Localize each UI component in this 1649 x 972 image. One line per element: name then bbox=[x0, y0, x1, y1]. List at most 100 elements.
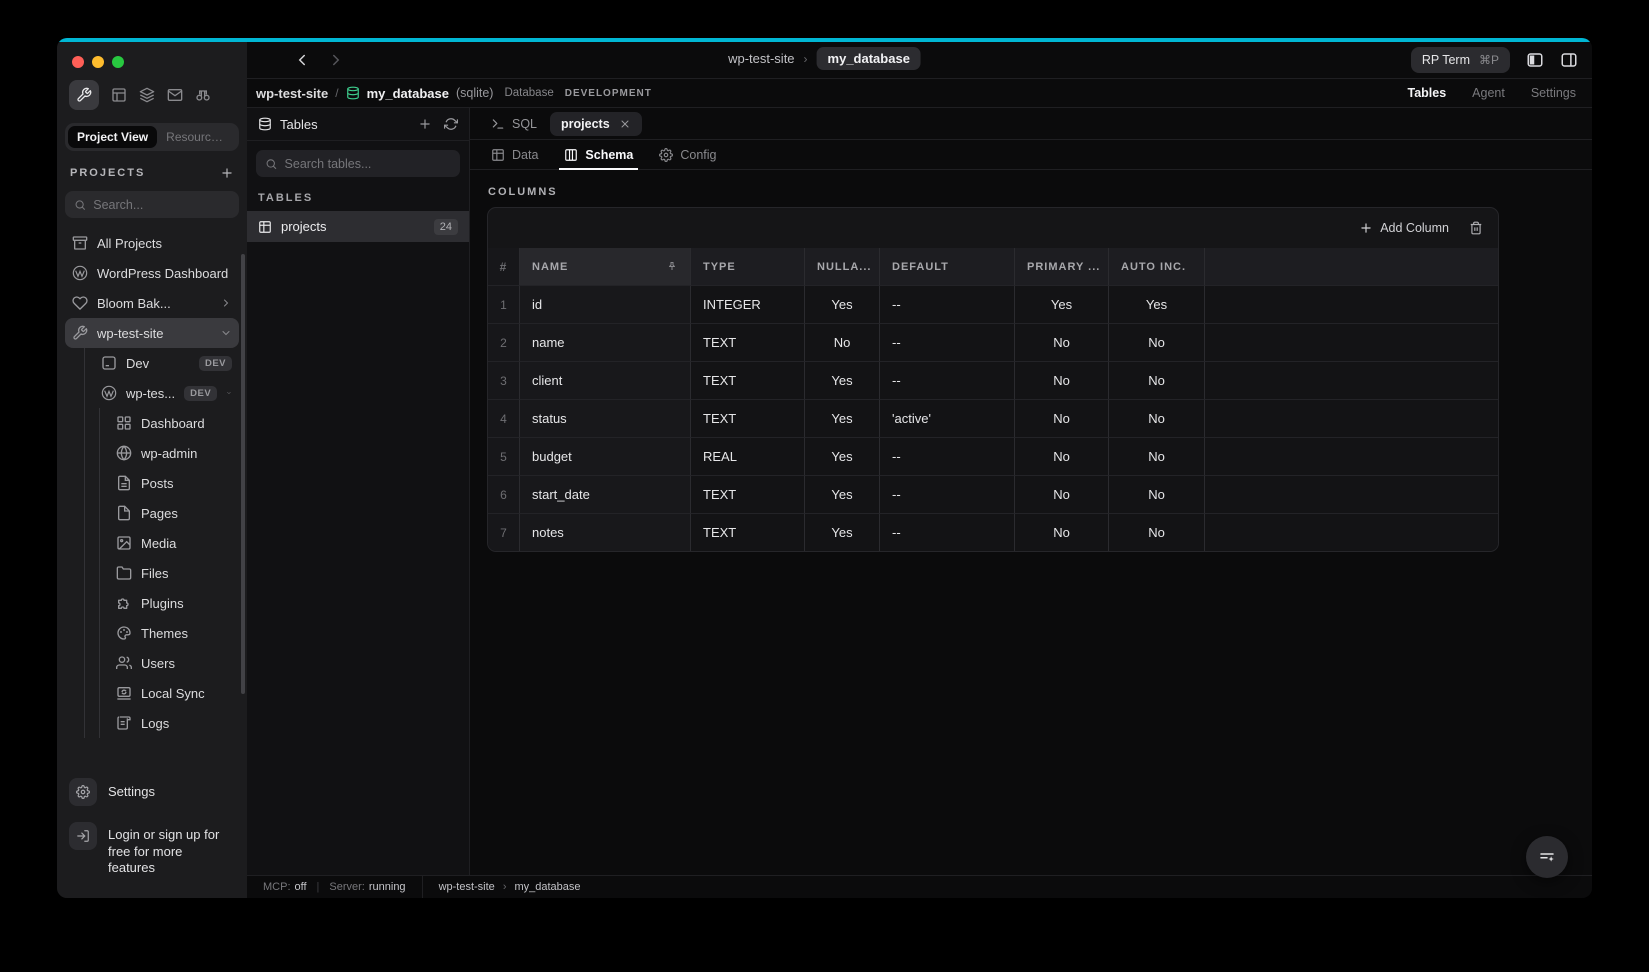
sidebar-item-users[interactable]: Users bbox=[109, 648, 239, 678]
sidebar-item-dev[interactable]: Dev DEV bbox=[94, 348, 239, 378]
cell-auto-inc[interactable]: No bbox=[1108, 399, 1204, 437]
zoom-window-button[interactable] bbox=[112, 56, 124, 68]
cell-nullable[interactable]: Yes bbox=[804, 285, 879, 323]
cell-name[interactable]: status bbox=[519, 399, 690, 437]
sidebar-item-local-sync[interactable]: Local Sync bbox=[109, 678, 239, 708]
sidebar-scrollbar[interactable] bbox=[241, 254, 245, 694]
trash-icon[interactable] bbox=[1469, 221, 1483, 235]
cell-type[interactable]: TEXT bbox=[690, 361, 804, 399]
col-header-type[interactable]: TYPE bbox=[690, 248, 804, 285]
add-project-icon[interactable] bbox=[220, 166, 234, 180]
tab-schema[interactable]: Schema bbox=[551, 140, 646, 169]
cell-default[interactable]: -- bbox=[879, 475, 1014, 513]
cell-primary[interactable]: No bbox=[1014, 361, 1108, 399]
cell-name[interactable]: id bbox=[519, 285, 690, 323]
cell-name[interactable]: name bbox=[519, 323, 690, 361]
sql-tab[interactable]: SQL bbox=[482, 117, 546, 131]
cell-primary[interactable]: No bbox=[1014, 437, 1108, 475]
db-breadcrumb-db[interactable]: my_database bbox=[367, 86, 449, 101]
layers-tool-icon[interactable] bbox=[139, 87, 155, 103]
cell-primary[interactable]: No bbox=[1014, 475, 1108, 513]
cell-type[interactable]: TEXT bbox=[690, 399, 804, 437]
toggle-left-panel-icon[interactable] bbox=[1526, 51, 1544, 69]
sidebar-item-logs[interactable]: Logs bbox=[109, 708, 239, 738]
minimize-window-button[interactable] bbox=[92, 56, 104, 68]
resource-view-button[interactable]: Resource V... bbox=[157, 126, 236, 148]
cell-type[interactable]: TEXT bbox=[690, 475, 804, 513]
sidebar-item-dashboard[interactable]: Dashboard bbox=[109, 408, 239, 438]
cell-default[interactable]: -- bbox=[879, 285, 1014, 323]
sidebar-item-themes[interactable]: Themes bbox=[109, 618, 239, 648]
cell-nullable[interactable]: No bbox=[804, 323, 879, 361]
pin-icon[interactable] bbox=[666, 261, 678, 273]
cell-auto-inc[interactable]: No bbox=[1108, 513, 1204, 551]
cell-primary[interactable]: No bbox=[1014, 513, 1108, 551]
col-header-default[interactable]: DEFAULT bbox=[879, 248, 1014, 285]
sidebar-item-wordpress-dashboard[interactable]: WordPress Dashboard bbox=[65, 258, 239, 288]
cell-name[interactable]: notes bbox=[519, 513, 690, 551]
add-column-button[interactable]: Add Column bbox=[1359, 221, 1449, 235]
close-icon[interactable] bbox=[619, 118, 631, 130]
cell-nullable[interactable]: Yes bbox=[804, 399, 879, 437]
cell-type[interactable]: REAL bbox=[690, 437, 804, 475]
settings-button[interactable]: Settings bbox=[67, 770, 237, 814]
cell-primary[interactable]: Yes bbox=[1014, 285, 1108, 323]
sidebar-item-posts[interactable]: Posts bbox=[109, 468, 239, 498]
cell-default[interactable]: -- bbox=[879, 513, 1014, 551]
cell-name[interactable]: budget bbox=[519, 437, 690, 475]
login-button[interactable]: Login or sign up for free for more featu… bbox=[67, 814, 237, 884]
tab-tables[interactable]: Tables bbox=[1407, 86, 1446, 100]
sidebar-item-bloom[interactable]: Bloom Bak... bbox=[65, 288, 239, 318]
status-site[interactable]: wp-test-site bbox=[439, 881, 495, 893]
back-icon[interactable] bbox=[293, 51, 311, 69]
sidebar-search-input[interactable] bbox=[93, 198, 230, 212]
cell-auto-inc[interactable]: No bbox=[1108, 437, 1204, 475]
tables-search-input[interactable] bbox=[285, 157, 451, 171]
sidebar-item-wp-admin[interactable]: wp-admin bbox=[109, 438, 239, 468]
cell-nullable[interactable]: Yes bbox=[804, 361, 879, 399]
tab-data[interactable]: Data bbox=[478, 140, 551, 169]
status-db[interactable]: my_database bbox=[514, 881, 580, 893]
cell-type[interactable]: TEXT bbox=[690, 513, 804, 551]
sidebar-item-wp-child[interactable]: wp-tes... DEV bbox=[94, 378, 239, 408]
terminal-button[interactable]: RP Term ⌘P bbox=[1411, 47, 1510, 73]
col-header-name[interactable]: NAME bbox=[519, 248, 690, 285]
cell-auto-inc[interactable]: No bbox=[1108, 323, 1204, 361]
cell-default[interactable]: -- bbox=[879, 323, 1014, 361]
sidebar-item-media[interactable]: Media bbox=[109, 528, 239, 558]
sidebar-item-wp-test-site[interactable]: wp-test-site bbox=[65, 318, 239, 348]
cell-primary[interactable]: No bbox=[1014, 323, 1108, 361]
assistant-button[interactable] bbox=[1526, 836, 1568, 878]
cell-auto-inc[interactable]: No bbox=[1108, 361, 1204, 399]
toggle-right-panel-icon[interactable] bbox=[1560, 51, 1578, 69]
tab-settings[interactable]: Settings bbox=[1531, 86, 1576, 100]
sidebar-item-all-projects[interactable]: All Projects bbox=[65, 228, 239, 258]
breadcrumb-db-pill[interactable]: my_database bbox=[817, 47, 921, 70]
cell-nullable[interactable]: Yes bbox=[804, 513, 879, 551]
cell-type[interactable]: TEXT bbox=[690, 323, 804, 361]
sidebar-item-pages[interactable]: Pages bbox=[109, 498, 239, 528]
col-header-nullable[interactable]: NULLA... bbox=[804, 248, 879, 285]
tab-config[interactable]: Config bbox=[646, 140, 729, 169]
close-window-button[interactable] bbox=[72, 56, 84, 68]
cell-auto-inc[interactable]: Yes bbox=[1108, 285, 1204, 323]
cell-default[interactable]: 'active' bbox=[879, 399, 1014, 437]
tab-agent[interactable]: Agent bbox=[1472, 86, 1505, 100]
sidebar-item-plugins[interactable]: Plugins bbox=[109, 588, 239, 618]
cell-primary[interactable]: No bbox=[1014, 399, 1108, 437]
cell-auto-inc[interactable]: No bbox=[1108, 475, 1204, 513]
projects-tool-button[interactable] bbox=[69, 80, 99, 110]
cell-name[interactable]: client bbox=[519, 361, 690, 399]
db-breadcrumb-site[interactable]: wp-test-site bbox=[256, 86, 328, 101]
add-table-icon[interactable] bbox=[418, 117, 432, 131]
cell-default[interactable]: -- bbox=[879, 437, 1014, 475]
tables-search[interactable] bbox=[256, 150, 460, 177]
col-header-auto-inc[interactable]: AUTO INC. bbox=[1108, 248, 1204, 285]
cell-type[interactable]: INTEGER bbox=[690, 285, 804, 323]
table-row-projects[interactable]: projects 24 bbox=[247, 211, 469, 242]
panel-tool-icon[interactable] bbox=[111, 87, 127, 103]
sidebar-item-files[interactable]: Files bbox=[109, 558, 239, 588]
project-view-button[interactable]: Project View bbox=[68, 126, 157, 148]
binoculars-tool-icon[interactable] bbox=[195, 87, 211, 103]
cell-name[interactable]: start_date bbox=[519, 475, 690, 513]
